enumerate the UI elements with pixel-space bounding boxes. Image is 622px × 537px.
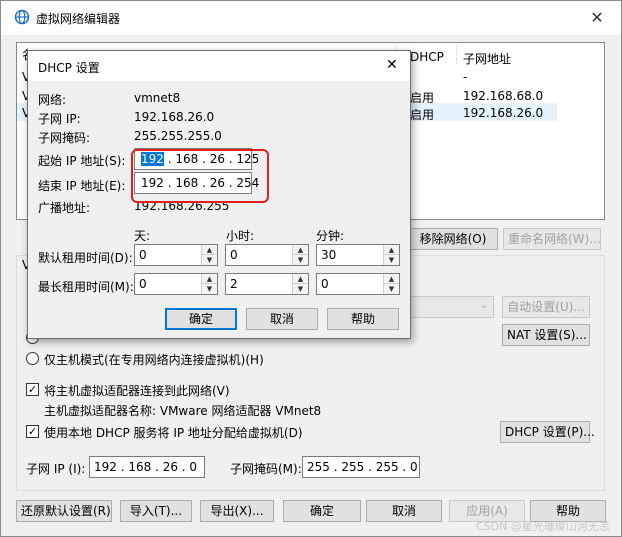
ok-button[interactable]: 确定 [283, 500, 361, 522]
spin-up-icon[interactable]: ▲ [202, 245, 217, 255]
list-row-subnet[interactable]: 192.168.68.0 [463, 89, 543, 103]
chevron-down-icon: ⌄ [480, 300, 489, 311]
broadcast-label: 广播地址: [38, 201, 91, 215]
end-ip-label: 结束 IP 地址(E): [38, 179, 126, 193]
dialog-title: DHCP 设置 [38, 61, 100, 75]
remove-network-button[interactable]: 移除网络(O) [408, 228, 498, 250]
network-globe-icon [14, 9, 30, 25]
cancel-button[interactable]: 取消 [366, 500, 442, 522]
stepper-value: 0 [139, 248, 147, 262]
header-divider [456, 44, 457, 64]
subnet-mask-label: 子网掩码(M): [230, 462, 302, 476]
spin-up-icon[interactable]: ▲ [202, 274, 217, 284]
export-button[interactable]: 导出(X)... [200, 500, 274, 522]
stepper-value: 0 [230, 248, 238, 262]
stepper-value: 2 [230, 277, 238, 291]
spin-up-icon[interactable]: ▲ [384, 245, 399, 255]
dialog-close-icon[interactable]: ✕ [386, 57, 398, 73]
watermark: CSDN @星光璀璨山河无恙 [476, 520, 610, 533]
default-lease-days-stepper[interactable]: 0 ▲ ▼ [134, 244, 218, 266]
close-icon[interactable]: ✕ [588, 9, 606, 27]
subnet-mask-input[interactable]: 255 . 255 . 255 . 0 [302, 456, 420, 478]
dhcp-setting-button[interactable]: DHCP 设置(P)... [500, 421, 595, 443]
spin-up-icon[interactable]: ▲ [293, 274, 308, 284]
host-only-radio[interactable] [26, 352, 39, 365]
network-label: 网络: [38, 93, 67, 107]
spin-down-icon[interactable]: ▼ [293, 255, 308, 265]
import-button[interactable]: 导入(T)... [120, 500, 192, 522]
spin-up-icon[interactable]: ▲ [384, 274, 399, 284]
default-lease-label: 默认租用时间(D): [38, 251, 133, 265]
dialog-help-button[interactable]: 帮助 [327, 308, 399, 330]
restore-defaults-button[interactable]: 还原默认设置(R) [16, 500, 112, 522]
connect-adapter-label[interactable]: 将主机虚拟适配器连接到此网络(V) [44, 382, 230, 399]
subnet-ip-value: 192.168.26.0 [134, 110, 215, 124]
max-lease-label: 最长租用时间(M): [38, 280, 134, 294]
annotation-highlight [131, 149, 269, 203]
default-lease-minutes-stepper[interactable]: 30 ▲ ▼ [316, 244, 400, 266]
stepper-value: 30 [321, 248, 337, 262]
minutes-column-label: 分钟: [316, 229, 345, 243]
list-row-subnet[interactable]: - [463, 70, 467, 84]
hours-column-label: 小时: [226, 229, 255, 243]
auto-setting-button[interactable]: 自动设置(U)... [502, 296, 590, 318]
max-lease-hours-stepper[interactable]: 2 ▲ ▼ [225, 273, 309, 295]
spin-down-icon[interactable]: ▼ [202, 255, 217, 265]
start-ip-label: 起始 IP 地址(S): [38, 154, 126, 168]
subnet-ip-label: 子网 IP (I): [26, 462, 86, 476]
dialog-ok-button[interactable]: 确定 [165, 308, 237, 330]
spin-down-icon[interactable]: ▼ [384, 255, 399, 265]
subnet-mask-value: 255.255.255.0 [134, 129, 222, 143]
stepper-value: 0 [139, 277, 147, 291]
network-value: vmnet8 [134, 91, 181, 105]
subnet-ip-input[interactable]: 192 . 168 . 26 . 0 [89, 456, 205, 478]
days-column-label: 天: [134, 229, 151, 243]
spin-down-icon[interactable]: ▼ [384, 284, 399, 294]
connect-adapter-checkbox[interactable]: ✓ [26, 383, 39, 396]
dialog-cancel-button[interactable]: 取消 [246, 308, 318, 330]
host-only-label[interactable]: 仅主机模式(在专用网络内连接虚拟机)(H) [44, 351, 264, 368]
rename-network-button[interactable]: 重命名网络(W)... [503, 228, 601, 250]
list-row-subnet[interactable]: 192.168.26.0 [463, 106, 543, 120]
use-dhcp-label[interactable]: 使用本地 DHCP 服务将 IP 地址分配给虚拟机(D) [44, 424, 303, 441]
default-lease-hours-stepper[interactable]: 0 ▲ ▼ [225, 244, 309, 266]
subnet-mask-label: 子网掩码: [38, 131, 91, 145]
stepper-value: 0 [321, 277, 329, 291]
nat-setting-button[interactable]: NAT 设置(S)... [502, 324, 590, 346]
list-header-dhcp[interactable]: DHCP [410, 50, 444, 64]
spin-down-icon[interactable]: ▼ [202, 284, 217, 294]
window-title: 虚拟网络编辑器 [36, 12, 121, 26]
subnet-ip-label: 子网 IP: [38, 112, 81, 126]
use-dhcp-checkbox[interactable]: ✓ [26, 425, 39, 438]
max-lease-days-stepper[interactable]: 0 ▲ ▼ [134, 273, 218, 295]
spin-down-icon[interactable]: ▼ [293, 284, 308, 294]
adapter-name-label: 主机虚拟适配器名称: VMware 网络适配器 VMnet8 [44, 404, 322, 418]
spin-up-icon[interactable]: ▲ [293, 245, 308, 255]
max-lease-minutes-stepper[interactable]: 0 ▲ ▼ [316, 273, 400, 295]
list-header-subnet[interactable]: 子网地址 [463, 50, 511, 67]
